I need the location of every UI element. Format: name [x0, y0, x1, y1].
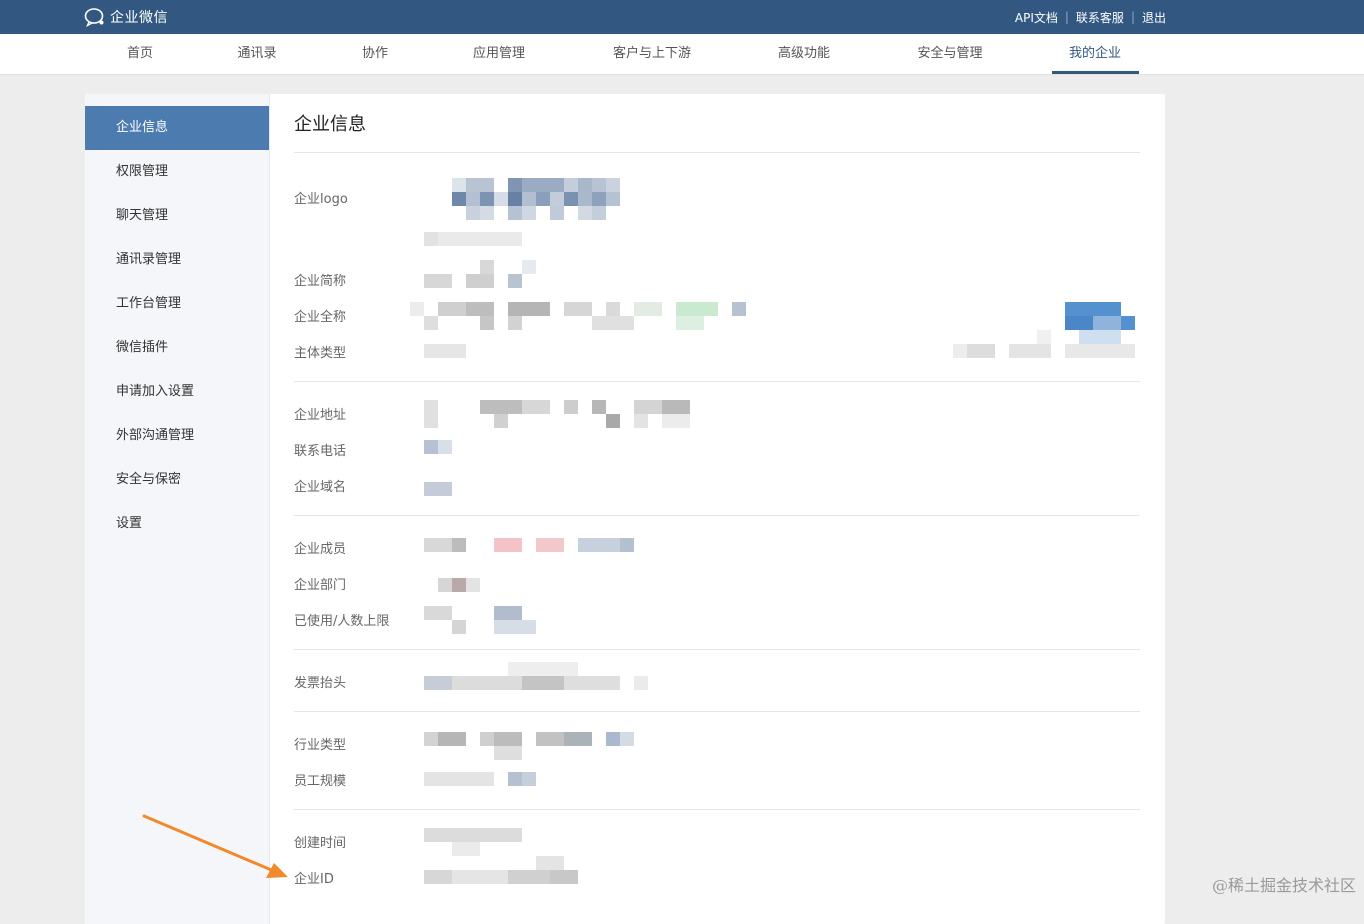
label-logo: 企业logo [294, 192, 348, 207]
content-card: 企业信息 权限管理 聊天管理 通讯录管理 工作台管理 微信插件 申请加入设置 外… [85, 94, 1165, 924]
label-phone: 联系电话 [294, 444, 347, 459]
label-invoice: 发票抬头 [294, 676, 347, 691]
sidebar-item-enterprise-info[interactable]: 企业信息 [85, 106, 269, 150]
top-bar: 企业微信 API文档 | 联系客服 | 退出 [0, 0, 1364, 34]
divider [294, 649, 1140, 650]
nav-contacts[interactable]: 通讯录 [237, 34, 276, 74]
nav-customers[interactable]: 客户与上下游 [613, 34, 691, 74]
sidebar-item-permissions[interactable]: 权限管理 [85, 150, 269, 194]
nav-advanced[interactable]: 高级功能 [778, 34, 830, 74]
label-entity-type: 主体类型 [294, 346, 347, 361]
label-created-time: 创建时间 [294, 836, 347, 851]
logout-link[interactable]: 退出 [1142, 9, 1166, 26]
divider [294, 515, 1140, 516]
label-domain: 企业域名 [294, 480, 347, 495]
sidebar-item-join-settings[interactable]: 申请加入设置 [85, 370, 269, 414]
nav-active-indicator [1052, 71, 1139, 74]
divider [294, 381, 1140, 382]
top-links: API文档 | 联系客服 | 退出 [1015, 0, 1166, 34]
main-nav: 首页 通讯录 协作 应用管理 客户与上下游 高级功能 安全与管理 我的企业 [0, 34, 1364, 75]
sidebar-item-settings[interactable]: 设置 [85, 502, 269, 546]
divider [294, 152, 1140, 153]
page-title: 企业信息 [294, 114, 366, 135]
link-separator: | [1130, 10, 1135, 24]
wecom-chat-bubble-icon [84, 7, 106, 27]
label-staff-size: 员工规模 [294, 774, 347, 789]
divider [294, 711, 1140, 712]
sidebar-item-workbench[interactable]: 工作台管理 [85, 282, 269, 326]
sidebar: 企业信息 权限管理 聊天管理 通讯录管理 工作台管理 微信插件 申请加入设置 外… [85, 94, 270, 924]
annotation-arrow-icon [142, 814, 288, 878]
nav-security[interactable]: 安全与管理 [917, 34, 982, 74]
label-usage: 已使用/人数上限 [294, 614, 390, 629]
nav-app-management[interactable]: 应用管理 [473, 34, 525, 74]
label-members: 企业成员 [294, 542, 347, 557]
sidebar-item-external[interactable]: 外部沟通管理 [85, 414, 269, 458]
contact-support-link[interactable]: 联系客服 [1076, 9, 1124, 26]
nav-collaboration[interactable]: 协作 [362, 34, 388, 74]
label-short-name: 企业简称 [294, 274, 347, 289]
link-separator: | [1064, 10, 1069, 24]
label-full-name: 企业全称 [294, 310, 347, 325]
label-industry: 行业类型 [294, 738, 347, 753]
divider [294, 809, 1140, 810]
api-docs-link[interactable]: API文档 [1015, 9, 1058, 26]
sidebar-item-wechat-plugin[interactable]: 微信插件 [85, 326, 269, 370]
label-departments: 企业部门 [294, 578, 347, 593]
sidebar-item-chat[interactable]: 聊天管理 [85, 194, 269, 238]
brand-logo[interactable]: 企业微信 [84, 0, 168, 34]
label-corp-id: 企业ID [294, 872, 334, 887]
nav-home[interactable]: 首页 [127, 34, 153, 74]
nav-my-enterprise[interactable]: 我的企业 [1069, 34, 1121, 74]
sidebar-item-security[interactable]: 安全与保密 [85, 458, 269, 502]
sidebar-item-contacts[interactable]: 通讯录管理 [85, 238, 269, 282]
label-address: 企业地址 [294, 408, 347, 423]
brand-name: 企业微信 [110, 10, 168, 26]
watermark: @稀土掘金技术社区 [1211, 876, 1356, 895]
